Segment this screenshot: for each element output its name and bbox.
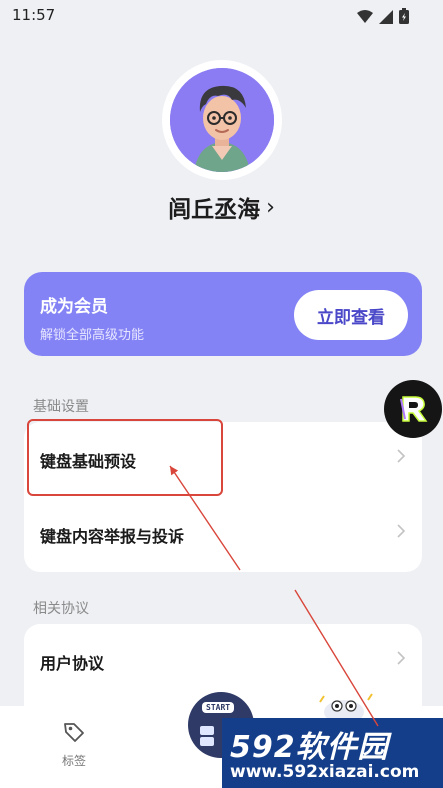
avatar-ring[interactable] xyxy=(162,60,282,180)
nav-tab-tags[interactable]: 标签 xyxy=(54,720,94,769)
avatar[interactable] xyxy=(170,68,274,172)
user-agreement-row[interactable]: 用户协议 xyxy=(24,630,422,694)
floating-app-badge[interactable] xyxy=(384,380,442,438)
row-label: 用户协议 xyxy=(40,654,105,673)
signal-icon xyxy=(379,9,393,28)
nav-tab-tags-label: 标签 xyxy=(61,754,86,768)
vip-subtitle: 解锁全部高级功能 xyxy=(40,328,145,343)
view-now-button[interactable]: 立即查看 xyxy=(294,290,408,340)
watermark-url: www.592xiazai.com xyxy=(230,762,420,782)
watermark-brand: 592软件园 xyxy=(230,730,389,765)
row-label: 键盘内容举报与投诉 xyxy=(40,527,185,546)
app-logo-icon xyxy=(400,396,428,422)
chevron-right-icon xyxy=(396,650,406,671)
user-name-row[interactable]: 闾丘丞海 › xyxy=(0,190,443,224)
annotation-highlight-box xyxy=(27,419,223,496)
section-title-basic-settings: 基础设置 xyxy=(33,399,89,415)
avatar-illustration xyxy=(170,68,274,172)
status-icons xyxy=(357,8,409,28)
vip-card[interactable]: 成为会员 解锁全部高级功能 立即查看 xyxy=(24,272,422,356)
status-time: 11:57 xyxy=(12,6,56,24)
status-bar: 11:57 xyxy=(0,0,443,32)
section-title-agreements: 相关协议 xyxy=(33,601,89,617)
chevron-right-icon xyxy=(396,523,406,544)
vip-title: 成为会员 xyxy=(40,297,108,317)
watermark: 592软件园 www.592xiazai.com xyxy=(222,718,443,788)
user-name[interactable]: 闾丘丞海 xyxy=(168,190,260,224)
keyboard-report-row[interactable]: 键盘内容举报与投诉 xyxy=(24,503,422,567)
tag-icon xyxy=(62,723,86,748)
battery-icon xyxy=(399,8,409,28)
chevron-right-icon: › xyxy=(266,194,275,220)
chevron-right-icon xyxy=(396,448,406,469)
wifi-icon xyxy=(357,9,373,28)
